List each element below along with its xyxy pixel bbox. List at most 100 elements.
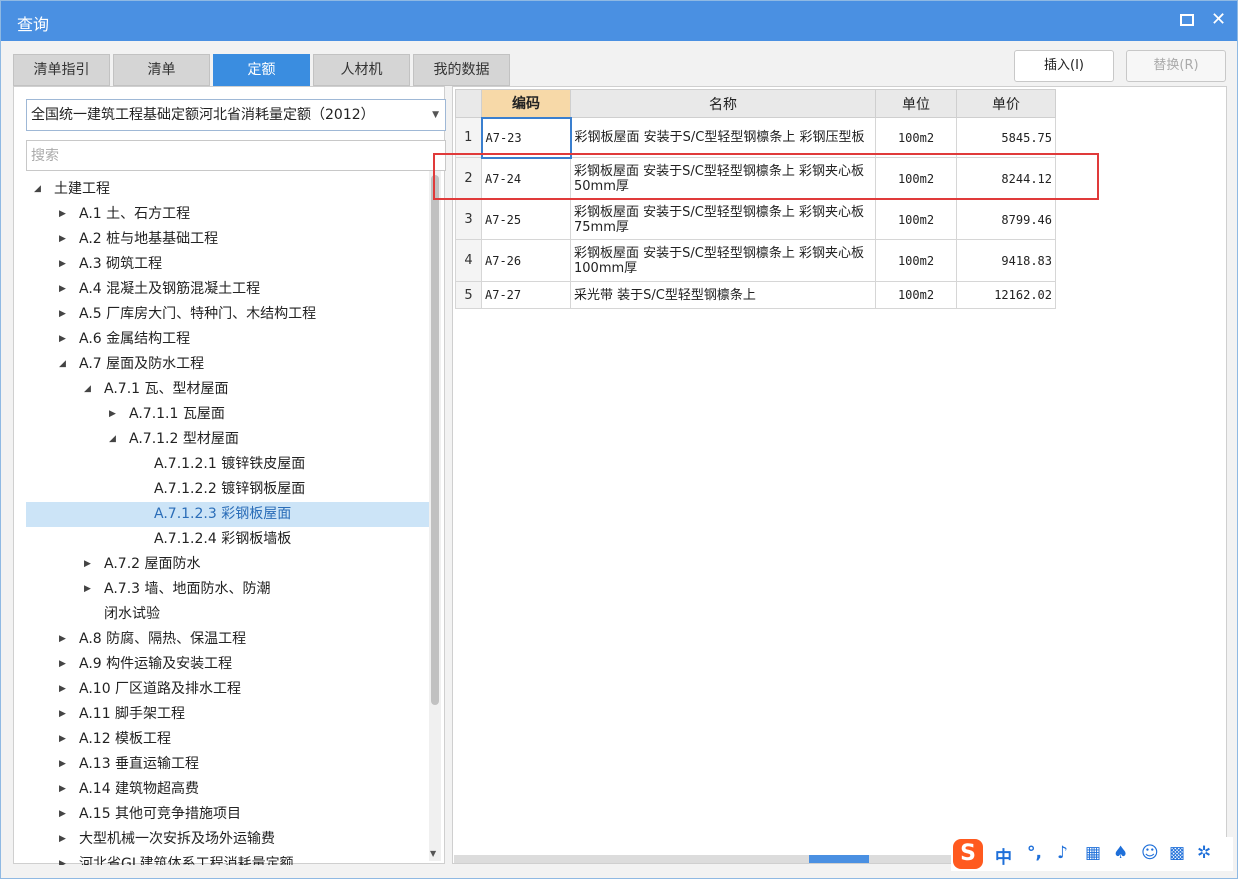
expand-arrow-icon[interactable]: ▶ [59,627,71,652]
scrollbar-thumb[interactable] [431,175,439,705]
expand-arrow-icon[interactable]: ▶ [59,302,71,327]
code-cell[interactable]: A7-25 [481,199,571,240]
name-cell[interactable]: 采光带 装于S/C型轻型钢檩条上 [570,281,876,309]
price-cell[interactable]: 12162.02 [956,281,1056,309]
expand-arrow-icon[interactable]: ▶ [59,202,71,227]
expand-arrow-icon[interactable]: ▶ [59,677,71,702]
tree-node[interactable]: ▶ A.7.1.1 瓦屋面 [26,402,429,427]
collapse-arrow-icon[interactable]: ◢ [59,352,71,377]
replace-button[interactable]: 替换(R) [1126,50,1226,82]
code-cell[interactable]: A7-23 [480,116,572,159]
toolbox-icon[interactable]: ▩ [1169,843,1185,863]
expand-arrow-icon[interactable]: ▶ [59,702,71,727]
tab-labor-material-machine[interactable]: 人材机 [313,54,410,86]
expand-arrow-icon[interactable]: ▶ [59,852,71,865]
column-header-code[interactable]: 编码 [481,89,571,118]
row-number[interactable]: 3 [455,199,482,240]
column-header-unit[interactable]: 单位 [875,89,957,118]
table-row[interactable]: 1 A7-23 彩钢板屋面 安装于S/C型轻型钢檩条上 彩钢压型板 100m2 5845… [455,116,1056,159]
chevron-down-icon[interactable]: ▼ [432,100,439,130]
close-icon[interactable]: ✕ [1211,9,1226,30]
tree-node[interactable]: ▶ A.11 脚手架工程 [26,702,429,727]
expand-arrow-icon[interactable]: ▶ [84,552,96,577]
collapse-arrow-icon[interactable]: ◢ [84,377,96,402]
expand-arrow-icon[interactable]: ▶ [59,752,71,777]
name-cell[interactable]: 彩钢板屋面 安装于S/C型轻型钢檩条上 彩钢夹心板 75mm厚 [570,199,876,240]
code-cell[interactable]: A7-27 [481,281,571,309]
tree-node[interactable]: ▶ 大型机械一次安拆及场外运输费 [26,827,429,852]
ime-mode-label[interactable]: 中 [995,843,1012,868]
unit-cell[interactable]: 100m2 [875,239,957,282]
tree-node[interactable]: ▶ A.6 金属结构工程 [26,327,429,352]
tree-node[interactable]: A.7.1.2.1 镀锌铁皮屋面 [26,452,429,477]
tree-node[interactable]: ▶ A.13 垂直运输工程 [26,752,429,777]
tree-node[interactable]: 闭水试验 [26,602,429,627]
tree-node[interactable]: ▶ A.9 构件运输及安装工程 [26,652,429,677]
expand-arrow-icon[interactable]: ▶ [59,227,71,252]
tree-node[interactable]: A.7.1.2.4 彩钢板墙板 [26,527,429,552]
settings-icon[interactable]: ✲ [1197,843,1211,863]
tree-node[interactable]: ▶ A.5 厂库房大门、特种门、木结构工程 [26,302,429,327]
expand-arrow-icon[interactable]: ▶ [59,827,71,852]
expand-arrow-icon[interactable]: ▶ [59,727,71,752]
tree-node[interactable]: ◢ A.7.1.2 型材屋面 [26,427,429,452]
price-cell[interactable]: 9418.83 [956,239,1056,282]
tree-node[interactable]: ▶ A.12 模板工程 [26,727,429,752]
microphone-icon[interactable]: ♪ [1057,843,1068,863]
tree-node[interactable]: ◢ A.7 屋面及防水工程 [26,352,429,377]
price-cell[interactable]: 8799.46 [956,199,1056,240]
scrollbar-thumb[interactable] [809,855,869,863]
tab-bill-guide[interactable]: 清单指引 [13,54,110,86]
tree-node[interactable]: A.7.1.2.2 镀锌钢板屋面 [26,477,429,502]
table-row[interactable]: 3 A7-25 彩钢板屋面 安装于S/C型轻型钢檩条上 彩钢夹心板 75mm厚 100… [455,199,1056,240]
tree-node[interactable]: ▶ A.7.3 墙、地面防水、防潮 [26,577,429,602]
tree-scrollbar[interactable]: ▼ [429,171,441,861]
quota-library-select[interactable]: 全国统一建筑工程基础定额河北省消耗量定额（2012） ▼ [26,99,446,131]
emoji-icon[interactable]: ☺ [1141,843,1159,863]
collapse-arrow-icon[interactable]: ◢ [34,177,46,202]
keyboard-icon[interactable]: ▦ [1085,843,1101,863]
row-number[interactable]: 1 [455,117,482,158]
search-input[interactable]: 搜索 [26,140,446,171]
tree-node[interactable]: ▶ A.10 厂区道路及排水工程 [26,677,429,702]
unit-cell[interactable]: 100m2 [875,117,957,158]
expand-arrow-icon[interactable]: ▶ [59,802,71,827]
name-cell[interactable]: 彩钢板屋面 安装于S/C型轻型钢檩条上 彩钢夹心板 100mm厚 [570,239,876,282]
column-header-price[interactable]: 单价 [956,89,1056,118]
skin-icon[interactable]: ♠ [1113,843,1128,863]
tree-node[interactable]: ▶ A.4 混凝土及钢筋混凝土工程 [26,277,429,302]
row-number[interactable]: 5 [455,281,482,309]
tree-node[interactable]: ◢ A.7.1 瓦、型材屋面 [26,377,429,402]
name-cell[interactable]: 彩钢板屋面 安装于S/C型轻型钢檩条上 彩钢压型板 [570,117,876,158]
maximize-icon[interactable] [1180,14,1194,26]
scroll-down-icon[interactable]: ▼ [430,849,436,858]
code-cell[interactable]: A7-26 [481,239,571,282]
tree-node[interactable]: ▶ A.2 桩与地基基础工程 [26,227,429,252]
row-number[interactable]: 4 [455,239,482,282]
column-header-name[interactable]: 名称 [570,89,876,118]
tab-bill[interactable]: 清单 [113,54,210,86]
expand-arrow-icon[interactable]: ▶ [59,252,71,277]
expand-arrow-icon[interactable]: ▶ [59,777,71,802]
sogou-logo-icon[interactable]: S [953,839,983,869]
insert-button[interactable]: 插入(I) [1014,50,1114,82]
punctuation-icon[interactable]: °, [1027,843,1042,863]
title-bar[interactable]: 查询 ✕ [1,1,1237,41]
tree-node[interactable]: ◢ 土建工程 [26,177,429,202]
unit-cell[interactable]: 100m2 [875,281,957,309]
tree-node[interactable]: ▶ A.8 防腐、隔热、保温工程 [26,627,429,652]
table-row[interactable]: 4 A7-26 彩钢板屋面 安装于S/C型轻型钢檩条上 彩钢夹心板 100mm厚 10… [455,239,1056,282]
expand-arrow-icon[interactable]: ▶ [84,577,96,602]
tree-node[interactable]: ▶ A.1 土、石方工程 [26,202,429,227]
table-row[interactable]: 5 A7-27 采光带 装于S/C型轻型钢檩条上 100m2 12162.02 [455,281,1056,309]
tree-node[interactable]: ▶ A.15 其他可竞争措施项目 [26,802,429,827]
tree-node[interactable]: ▶ A.7.2 屋面防水 [26,552,429,577]
tree-node[interactable]: ▶ 河北省GL建筑体系工程消耗量定额 [26,852,429,865]
tab-my-data[interactable]: 我的数据 [413,54,510,86]
expand-arrow-icon[interactable]: ▶ [109,402,121,427]
tree-node[interactable]: A.7.1.2.3 彩钢板屋面 [26,502,429,527]
collapse-arrow-icon[interactable]: ◢ [109,427,121,452]
expand-arrow-icon[interactable]: ▶ [59,277,71,302]
tab-quota[interactable]: 定额 [213,54,310,86]
tree-node[interactable]: ▶ A.3 砌筑工程 [26,252,429,277]
